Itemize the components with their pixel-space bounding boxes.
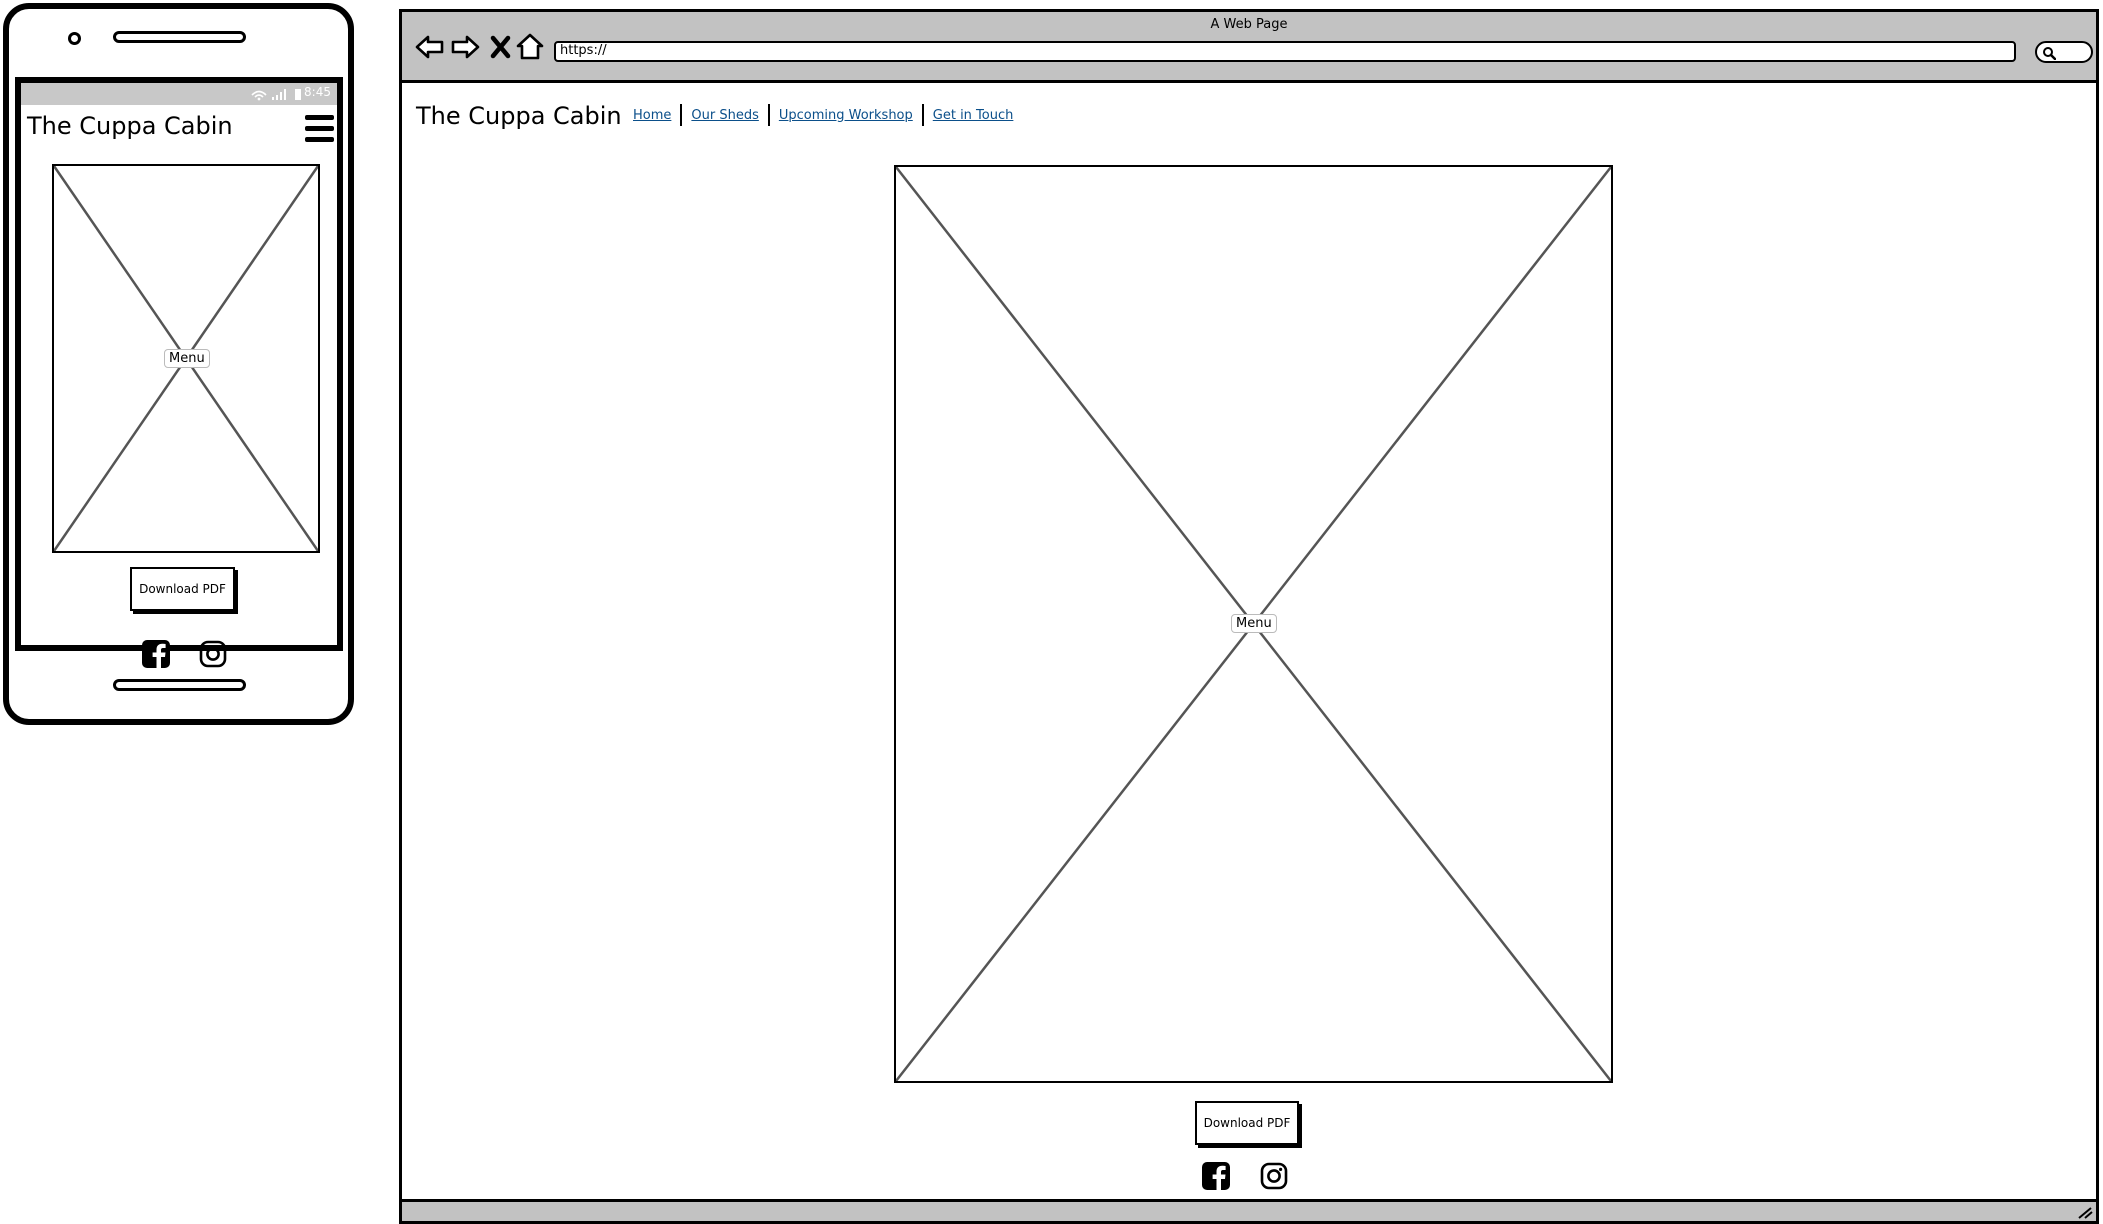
mobile-menu-image-placeholder: Menu [52,164,320,553]
search-icon [2043,47,2056,60]
desktop-nav: Home Our Sheds Upcoming Workshop Get in … [633,104,1013,126]
nav-link-home[interactable]: Home [633,108,671,123]
download-pdf-button[interactable]: Download PDF [130,567,235,611]
instagram-icon[interactable] [1260,1162,1288,1190]
hamburger-menu-icon[interactable] [305,115,334,143]
phone-home-button [113,679,246,691]
mobile-site-title[interactable]: The Cuppa Cabin [27,112,233,140]
status-time: 8:45 [304,85,331,99]
facebook-icon[interactable] [142,640,170,668]
phone-screen: 8:45 The Cuppa Cabin Menu Download PDF [15,77,343,651]
signal-icons [251,89,301,101]
nav-divider [680,104,683,126]
nav-link-get-in-touch[interactable]: Get in Touch [933,108,1014,123]
instagram-icon[interactable] [199,640,227,668]
window-title: A Web Page [1210,17,1288,32]
back-arrow-icon[interactable] [415,32,445,62]
image-placeholder-label: Menu [1231,614,1277,633]
phone-camera [68,32,81,45]
nav-divider [921,104,924,126]
stop-icon[interactable] [486,32,516,62]
facebook-icon[interactable] [1202,1162,1230,1190]
status-bar: 8:45 [21,83,337,105]
download-pdf-button[interactable]: Download PDF [1195,1101,1299,1145]
nav-divider [767,104,770,126]
nav-link-our-sheds[interactable]: Our Sheds [691,108,758,123]
address-bar[interactable]: https:// [554,41,2016,62]
desktop-menu-image-placeholder: Menu [894,165,1613,1083]
nav-link-upcoming-workshop[interactable]: Upcoming Workshop [779,108,913,123]
browser-status-bar [402,1199,2096,1221]
browser-window: A Web Page https:// The Cuppa Cabin Home… [399,9,2099,1224]
image-placeholder-label: Menu [164,349,210,368]
resize-grip-icon[interactable] [2077,1205,2093,1219]
forward-arrow-icon[interactable] [450,32,480,62]
home-icon[interactable] [515,32,545,62]
desktop-site-title[interactable]: The Cuppa Cabin [416,102,622,130]
phone-speaker [113,31,246,43]
browser-search-field[interactable] [2035,41,2093,63]
browser-titlebar: A Web Page https:// [402,12,2096,83]
